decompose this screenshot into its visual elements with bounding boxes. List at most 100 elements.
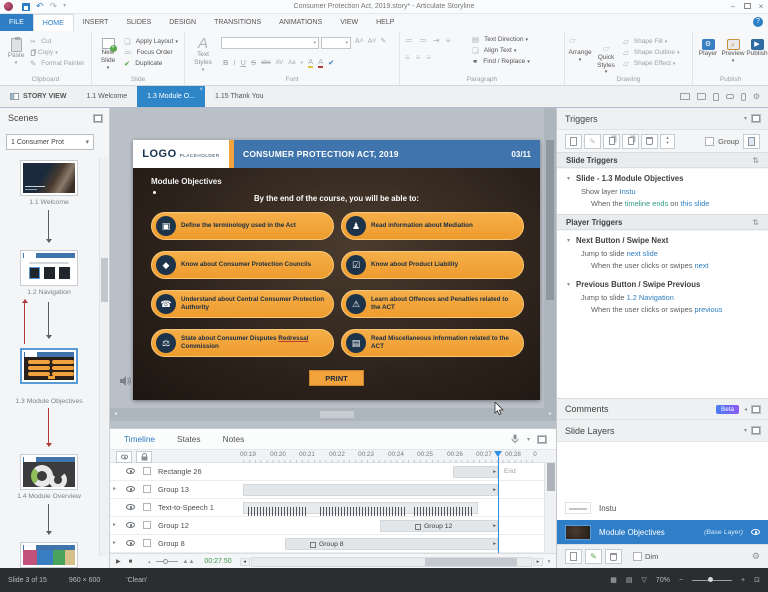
trigger-order-spinner[interactable]: ▴ ▾ [660,133,675,149]
fit-to-window-icon[interactable]: ⊡ [754,576,760,584]
scroll-left-icon[interactable]: ◂ [110,408,121,421]
new-trigger-button[interactable] [565,133,582,149]
timeline-bar[interactable]: ▸ [243,484,498,496]
objective-button-central-authority[interactable]: ☎ Understand about Central Consumer Prot… [151,290,334,318]
slide-body[interactable]: Module Objectives By the end of the cour… [133,168,540,400]
stop-button[interactable]: ■ [129,559,133,565]
trigger-jump-previous[interactable]: Jump to slide 1.2 Navigation [557,291,768,303]
zoom-slider-knob[interactable] [708,577,714,582]
view-settings-gear-icon[interactable]: ⚙ [753,92,760,101]
vertical-scrollbar-thumb[interactable] [546,140,554,300]
slide-tab-module-objectives[interactable]: 1.3 Module O... × [137,86,206,107]
apply-layout-button[interactable]: ❏ Apply Layout ▾ [124,36,178,47]
tab-view[interactable]: VIEW [331,14,367,31]
scene-thumbnail-welcome[interactable] [20,160,78,196]
zoom-slider[interactable] [692,577,733,582]
previous-link[interactable]: previous [695,305,723,314]
lock-all-button[interactable] [136,451,152,463]
group-checkbox[interactable] [705,136,715,146]
slide-intro-text[interactable]: By the end of the course, you will be ab… [133,194,540,203]
collapse-group-icon[interactable]: ▾ [567,175,570,182]
objective-button-miscellaneous[interactable]: ▤ Read Miscellaneous information related… [341,329,524,357]
duplicate-button[interactable]: ✔ Duplicate [124,58,178,69]
change-case-button[interactable]: Aa [288,60,295,66]
text-direction-button[interactable]: ▤ Text Direction ▾ [472,34,530,45]
story-view-toggle-icon[interactable]: ▦ [610,576,617,584]
tab-slides[interactable]: SLIDES [117,14,160,31]
align-center-button[interactable]: ≡ [416,53,421,62]
bold-button[interactable]: B [223,58,228,67]
timeline-row-group12[interactable]: ▸ Group 12 Group 12 ▸ [110,517,544,535]
canvas-vertical-scrollbar[interactable] [544,108,556,408]
previous-button-trigger-group[interactable]: ▾ Previous Button / Swipe Previous [557,271,768,291]
paste-trigger-button[interactable] [622,133,639,149]
shape-fill-button[interactable]: ▱ Shape Fill ▾ [623,36,680,47]
find-replace-button[interactable]: ⚭ Find / Replace ▾ [472,56,530,67]
delete-layer-button[interactable] [605,549,622,564]
timeline-vertical-scrollbar[interactable] [544,463,556,553]
spacing-button[interactable]: ≡ [446,36,451,45]
collapse-all-icon[interactable]: ⇅ [752,218,759,227]
triggers-panel-icon[interactable] [751,114,761,123]
help-icon[interactable]: ? [753,17,763,27]
align-text-button[interactable]: ❏ Align Text ▾ [472,45,530,56]
cut-button[interactable]: ✂ Cut [30,36,84,47]
tab-home[interactable]: HOME [32,14,74,31]
tab-help[interactable]: HELP [367,14,403,31]
slide-layers-caret-icon[interactable]: ▾ [744,427,747,434]
timeline-row-text-to-speech[interactable]: Text-to-Speech 1 [110,499,544,517]
timeline-row-group8[interactable]: ▸ Group 8 Group 8 ▸ [110,535,544,553]
edit-layer-button[interactable]: ✎ [585,549,602,564]
objective-button-offences[interactable]: ⚠ Learn about Offences and Penalties rel… [341,290,524,318]
zoom-in-timeline-icon[interactable]: ▲▲ [183,559,195,565]
zoom-in-button[interactable]: + [741,577,745,584]
objective-button-product-liability[interactable]: ☑ Know about Product Liability [341,251,524,279]
story-view-tab[interactable]: STORY VIEW [0,86,76,107]
dim-checkbox[interactable] [633,552,642,561]
trigger-when-timeline-ends[interactable]: When the timeline ends on this slide [557,197,768,209]
timeline-bar[interactable]: Group 12 ▸ [380,520,498,532]
timeline-zoom-knob[interactable] [162,558,168,564]
objective-button-disputes[interactable]: ⚖ State about Consumer Disputes Redressa… [151,329,334,357]
font-color-button[interactable]: A [318,57,324,68]
align-right-button[interactable]: ≡ [426,53,431,62]
timeline-playhead[interactable] [494,451,502,553]
slide-view-toggle-icon[interactable]: ▤ [626,576,633,584]
scene-thumbnail-module-overview[interactable] [20,454,78,490]
eye-icon[interactable] [126,522,135,528]
print-button[interactable]: PRINT [309,370,364,386]
italic-button[interactable]: I [233,58,235,67]
phone-landscape-icon[interactable] [725,94,734,99]
timeline-bar[interactable]: ▸ [453,466,498,478]
text-styles-button[interactable]: A Text Styles ▾ [188,33,218,73]
timeline-caret-icon[interactable]: ▾ [527,436,530,443]
next-slide-link[interactable]: next slide [627,249,658,258]
scenes-scrollbar[interactable] [99,158,108,556]
objective-button-mediation[interactable]: ♟ Read information about Mediation [341,212,524,240]
next-button-trigger-group[interactable]: ▾ Next Button / Swipe Next [557,231,768,247]
trigger-jump-next[interactable]: Jump to slide next slide [557,247,768,259]
slide-title-bar[interactable]: CONSUMER PROTECTION ACT, 2019 03/11 [234,140,540,168]
player-button[interactable]: ⚙ Player [697,35,719,58]
highlight-button[interactable]: A [308,57,314,68]
play-button[interactable]: ▶ [116,558,121,565]
horizontal-scrollbar-thumb[interactable] [320,411,354,418]
audio-tools-icon[interactable] [511,434,519,444]
font-name-combo[interactable]: ▾ [221,37,319,49]
tab-file[interactable]: FILE [0,14,33,31]
lock-checkbox[interactable] [143,467,151,475]
restore-button[interactable] [740,2,754,11]
comments-panel-icon[interactable] [751,404,761,414]
close-button[interactable]: × [754,2,768,11]
font-size-combo[interactable]: ▾ [321,37,351,49]
expand-icon[interactable]: ▸ [113,521,116,528]
timeline-row-group13[interactable]: ▸ Group 13 ▸ [110,481,544,499]
eye-icon[interactable] [126,540,135,546]
trigger-show-layer[interactable]: Show layer Instu [557,185,768,197]
char-spacing-button[interactable]: AV [276,60,284,66]
expand-icon[interactable]: ▸ [113,485,116,492]
slide-editor[interactable]: LOGO PLACEHOLDER CONSUMER PROTECTION ACT… [133,140,540,400]
grow-font-button[interactable]: A˄ [355,38,364,45]
timeline-hscrollbar-thumb[interactable] [424,557,518,566]
navigation-slide-link[interactable]: 1.2 Navigation [627,293,674,302]
